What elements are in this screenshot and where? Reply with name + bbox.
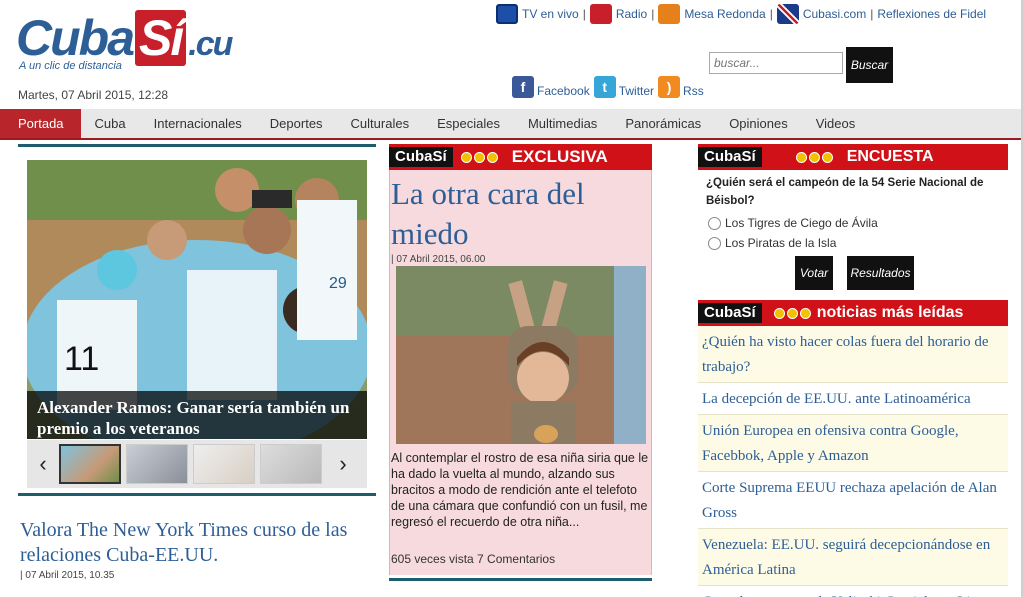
most-read-item[interactable]: Unión Europea en ofensiva contra Google,… <box>698 415 1008 472</box>
mesa-redonda-link[interactable]: Mesa Redonda <box>684 7 765 21</box>
poll-option[interactable]: Los Piratas de la Isla <box>708 236 836 250</box>
mesa-redonda-icon <box>658 4 681 24</box>
section-label: EXCLUSIVA <box>511 147 608 166</box>
logo-tagline: A un clic de distancia <box>19 60 122 72</box>
exclusiva-header: CubaSí EXCLUSIVA <box>389 144 652 170</box>
nav-videos[interactable]: Videos <box>802 109 870 138</box>
svg-text:11: 11 <box>64 340 99 378</box>
reflexiones-link[interactable]: Reflexiones de Fidel <box>877 7 986 21</box>
slide-thumb[interactable] <box>193 444 255 484</box>
nav-internacionales[interactable]: Internacionales <box>140 109 256 138</box>
section-divider <box>18 144 376 147</box>
most-read-item[interactable]: Corte Suprema EEUU rechaza apelación de … <box>698 472 1008 529</box>
exclusiva-stats: 605 veces vista 7 Comentarios <box>391 552 556 566</box>
uk-flag-icon <box>776 4 799 24</box>
separator: | <box>651 7 655 21</box>
rss-icon: ) <box>658 76 681 98</box>
social-links: f Facebook t Twitter ) Rss <box>512 76 708 98</box>
slide-thumb[interactable] <box>126 444 188 484</box>
most-read-list: ¿Quién ha visto hacer colas fuera del ho… <box>698 326 1008 597</box>
most-read-item[interactable]: Venezuela: EE.UU. seguirá decepcionándos… <box>698 529 1008 586</box>
twitter-link[interactable]: t Twitter <box>593 76 655 98</box>
next-slide-button[interactable]: › <box>327 451 359 477</box>
most-read-item[interactable]: ¿Quién ha visto hacer colas fuera del ho… <box>698 326 1008 383</box>
current-date: Martes, 07 Abril 2015, 12:28 <box>18 88 169 102</box>
radio-button[interactable] <box>708 236 721 250</box>
arrow-dots-icon <box>773 307 813 319</box>
brand-label: CubaSí <box>389 147 453 167</box>
svg-text:29: 29 <box>329 275 347 292</box>
section-divider <box>18 493 376 496</box>
nav-multimedias[interactable]: Multimedias <box>514 109 611 138</box>
nav-panoramicas[interactable]: Panorámicas <box>611 109 715 138</box>
most-read-item[interactable]: La decepción de EE.UU. ante Latinoaméric… <box>698 383 1008 415</box>
exclusiva-excerpt: Al contemplar el rostro de esa niña siri… <box>391 451 649 529</box>
rss-label: Rss <box>683 84 704 98</box>
section-label: noticias más leídas <box>816 304 964 321</box>
exclusiva-photo[interactable] <box>396 266 646 444</box>
facebook-icon: f <box>512 76 534 98</box>
prev-slide-button[interactable]: ‹ <box>27 451 59 477</box>
vote-button[interactable]: Votar <box>795 256 833 290</box>
twitter-icon: t <box>593 76 616 98</box>
facebook-label: Facebook <box>537 84 590 98</box>
tv-icon <box>496 4 518 24</box>
brand-label: CubaSí <box>698 303 762 323</box>
nav-opiniones[interactable]: Opiniones <box>715 109 802 138</box>
nav-culturales[interactable]: Culturales <box>337 109 424 138</box>
rss-link[interactable]: ) Rss <box>658 76 704 98</box>
site-logo[interactable]: Cuba Sí .cu A un clic de distancia <box>16 10 306 76</box>
twitter-label: Twitter <box>618 84 655 98</box>
arrow-dots-icon <box>460 151 500 163</box>
arrow-dots-icon <box>795 151 835 163</box>
nav-deportes[interactable]: Deportes <box>256 109 337 138</box>
logo-si: Sí <box>135 10 187 66</box>
facebook-link[interactable]: f Facebook <box>512 76 590 98</box>
exclusiva-column: CubaSí EXCLUSIVA La otra cara del miedo … <box>389 144 652 597</box>
exclusiva-date: | 07 Abril 2015, 06.00 <box>391 254 486 265</box>
radio-icon <box>589 4 612 24</box>
separator: | <box>582 7 586 21</box>
separator: | <box>870 7 874 21</box>
radio-link[interactable]: Radio <box>616 7 647 21</box>
main-nav: Portada Cuba Internacionales Deportes Cu… <box>0 109 1023 140</box>
article-title[interactable]: Valora The New York Times curso de las r… <box>20 518 376 568</box>
radio-button[interactable] <box>708 216 721 230</box>
poll-option[interactable]: Los Tigres de Ciego de Ávila <box>708 216 878 230</box>
logo-cu: .cu <box>188 25 233 63</box>
exclusiva-card: La otra cara del miedo | 07 Abril 2015, … <box>389 170 652 575</box>
results-button[interactable]: Resultados <box>847 256 914 290</box>
cubasi-com-link[interactable]: Cubasi.com <box>803 7 866 21</box>
nav-cuba[interactable]: Cuba <box>81 109 140 138</box>
slide-thumb[interactable] <box>59 444 121 484</box>
most-read-item[interactable]: Cancelan contrato de Yulieski Gurriel co… <box>698 586 1008 597</box>
separator: | <box>769 7 773 21</box>
slide-thumbnails: ‹ › <box>27 440 367 488</box>
nav-portada[interactable]: Portada <box>0 109 81 138</box>
exclusiva-title[interactable]: La otra cara del miedo <box>391 174 653 254</box>
slide-thumb[interactable] <box>260 444 322 484</box>
logo-cuba: Cuba <box>16 10 135 66</box>
most-read-header: CubaSí noticias más leídas <box>698 300 1008 326</box>
top-links: TV en vivo | Radio | Mesa Redonda | Cuba… <box>496 4 986 24</box>
poll-option-label: Los Piratas de la Isla <box>725 236 837 250</box>
hero-caption[interactable]: Alexander Ramos: Ganar sería también un … <box>27 391 367 439</box>
section-divider <box>389 578 652 581</box>
nav-especiales[interactable]: Especiales <box>423 109 514 138</box>
section-label: ENCUESTA <box>846 148 934 165</box>
girl-photo <box>396 266 646 444</box>
article-date: | 07 Abril 2015, 10.35 <box>20 570 115 581</box>
brand-label: CubaSí <box>698 147 762 167</box>
tv-link[interactable]: TV en vivo <box>522 7 579 21</box>
featured-column: 11 29 Alexander Ramos: Ganar sería tambi… <box>18 144 376 581</box>
hero-slide[interactable]: 11 29 Alexander Ramos: Ganar sería tambi… <box>27 160 367 439</box>
poll-question: ¿Quién será el campeón de la 54 Serie Na… <box>706 177 984 207</box>
poll-option-label: Los Tigres de Ciego de Ávila <box>725 216 878 230</box>
search-input[interactable] <box>709 52 843 74</box>
search-button[interactable]: Buscar <box>846 47 893 83</box>
encuesta-header: CubaSí ENCUESTA <box>698 144 1008 170</box>
